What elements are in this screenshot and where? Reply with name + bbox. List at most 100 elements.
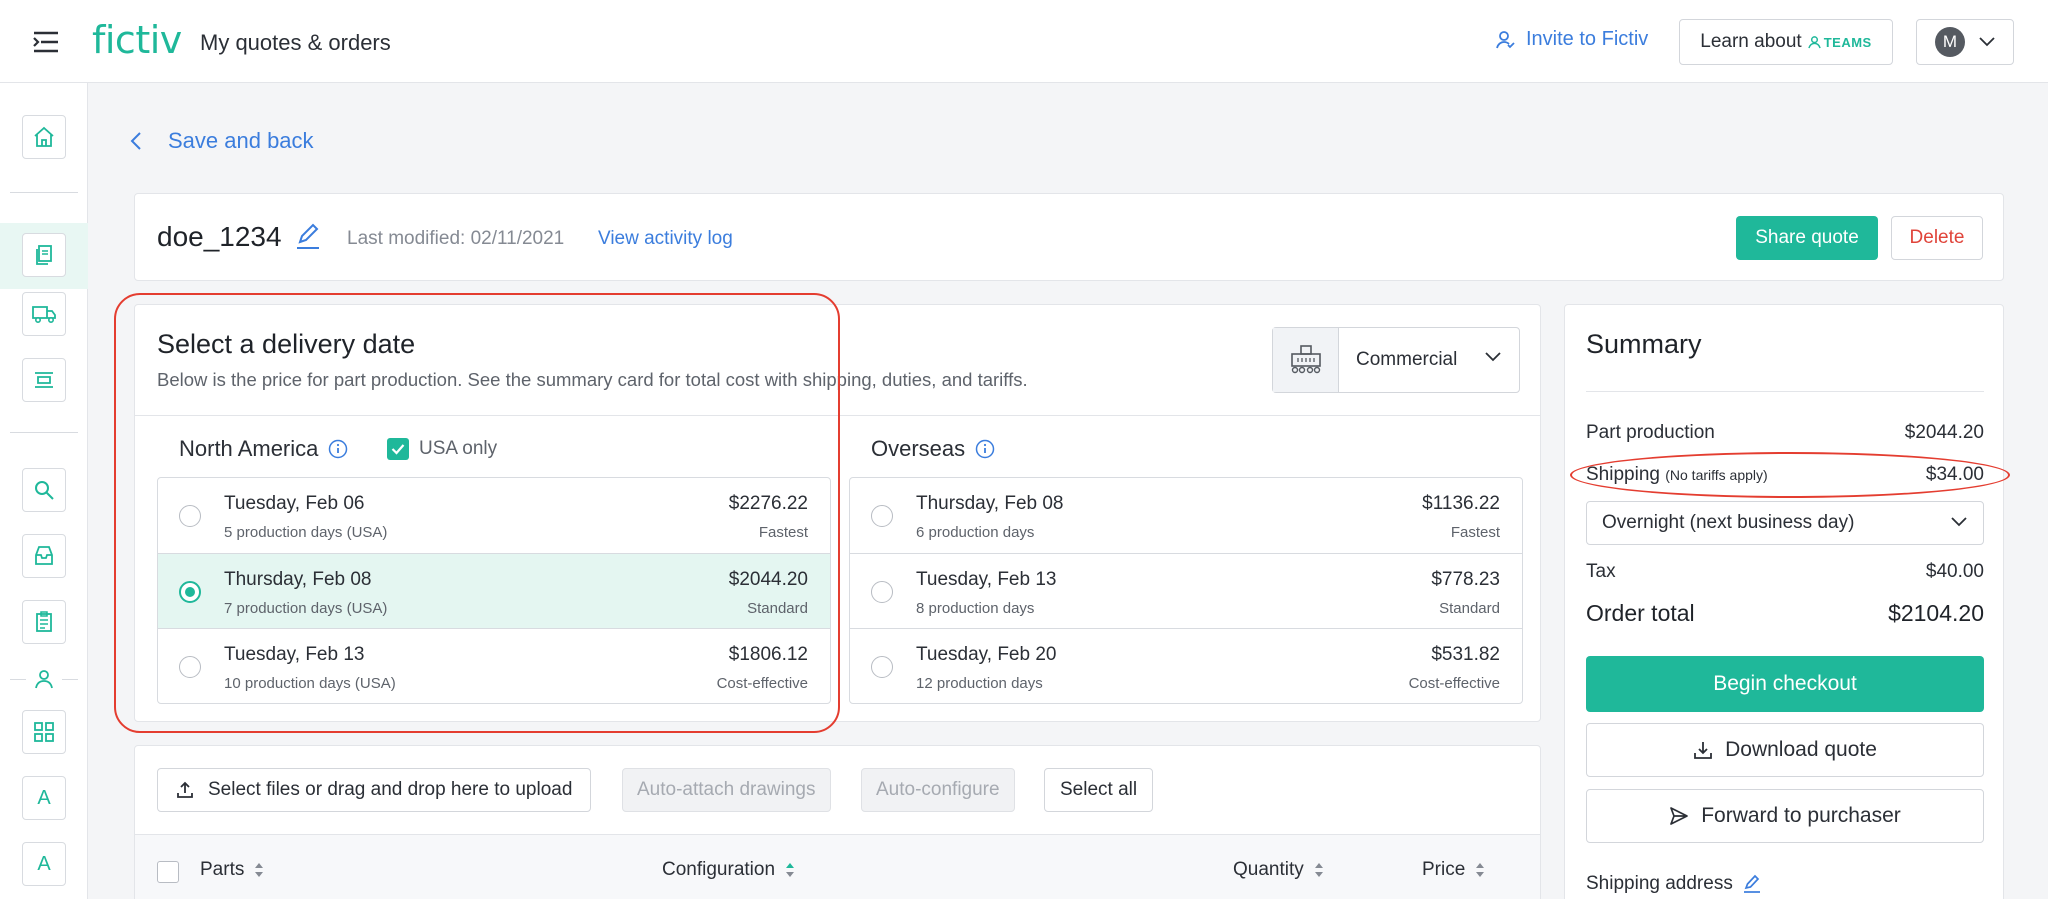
tray-icon[interactable] xyxy=(22,358,66,402)
sidebar-divider xyxy=(10,679,26,680)
edit-pencil-icon[interactable] xyxy=(295,222,321,255)
delete-button[interactable]: Delete xyxy=(1891,216,1983,260)
team-icon[interactable] xyxy=(33,668,55,695)
teams-icon xyxy=(1807,35,1821,48)
radio-button[interactable] xyxy=(871,581,893,603)
sidebar-divider xyxy=(62,679,78,680)
info-icon[interactable] xyxy=(328,439,348,459)
north-america-label: North America xyxy=(179,436,319,461)
north-america-options: Tuesday, Feb 06 5 production days (USA) … xyxy=(157,477,831,704)
column-label: Quantity xyxy=(1233,859,1304,880)
column-label: Price xyxy=(1422,859,1466,880)
delivery-option-os-2[interactable]: Tuesday, Feb 13 8 production days $778.2… xyxy=(850,553,1522,628)
clipboard-icon[interactable] xyxy=(22,600,66,644)
radio-button[interactable] xyxy=(179,656,201,678)
sidebar: A A xyxy=(0,83,88,899)
delivery-option-na-3[interactable]: Tuesday, Feb 13 10 production days (USA)… xyxy=(158,628,830,703)
shipping-row: Shipping (No tariffs apply) $34.00 xyxy=(1586,464,1984,486)
letter-a-icon[interactable]: A xyxy=(22,776,66,820)
column-label: Configuration xyxy=(662,859,776,880)
chevron-down-icon xyxy=(1951,517,1967,527)
save-and-back-link[interactable]: Save and back xyxy=(130,128,314,154)
share-quote-button[interactable]: Share quote xyxy=(1736,216,1878,260)
option-days: 5 production days (USA) xyxy=(224,524,388,541)
column-configuration[interactable]: Configuration xyxy=(662,859,795,881)
option-price: $1806.12 xyxy=(728,644,808,665)
download-label: Download quote xyxy=(1725,738,1877,761)
check-icon xyxy=(387,438,409,460)
auto-attach-drawings-button[interactable]: Auto-attach drawings xyxy=(622,768,831,812)
send-icon xyxy=(1670,807,1689,825)
upload-files-button[interactable]: Select files or drag and drop here to up… xyxy=(157,768,592,812)
delivery-option-na-2[interactable]: Thursday, Feb 08 7 production days (USA)… xyxy=(158,553,830,628)
option-days: 12 production days xyxy=(916,675,1043,692)
card-divider xyxy=(135,415,1540,416)
option-tag: Standard xyxy=(1439,600,1500,617)
shipping-label-group: Shipping (No tariffs apply) xyxy=(1586,464,1768,486)
sidebar-divider xyxy=(10,432,78,433)
info-icon[interactable] xyxy=(975,439,995,459)
column-price[interactable]: Price xyxy=(1422,859,1485,881)
part-production-value: $2044.20 xyxy=(1904,422,1984,443)
usa-only-checkbox[interactable]: USA only xyxy=(387,438,497,460)
view-activity-log-link[interactable]: View activity log xyxy=(598,228,733,250)
top-bar: fictiv My quotes & orders Invite to Fict… xyxy=(0,0,2048,83)
north-america-title: North America xyxy=(179,436,348,462)
download-quote-button[interactable]: Download quote xyxy=(1586,723,1984,777)
order-total-value: $2104.20 xyxy=(1888,600,1984,626)
upload-icon xyxy=(177,781,193,798)
menu-icon[interactable] xyxy=(32,30,60,54)
option-date: Thursday, Feb 08 xyxy=(224,569,372,590)
delivery-title: Select a delivery date xyxy=(157,329,416,359)
radio-button[interactable] xyxy=(871,656,893,678)
teams-label: TEAMS xyxy=(1823,34,1872,50)
inbox-icon[interactable] xyxy=(22,534,66,578)
option-date: Tuesday, Feb 20 xyxy=(916,644,1057,665)
summary-title: Summary xyxy=(1586,329,1702,359)
learn-about-teams-button[interactable]: Learn about TEAMS xyxy=(1679,19,1893,65)
letter-a-icon[interactable]: A xyxy=(22,842,66,886)
factory-icon xyxy=(1273,328,1339,392)
summary-card: Summary Part production $2044.20 Shippin… xyxy=(1564,304,2004,899)
chevron-left-icon xyxy=(130,132,141,150)
overseas-options: Thursday, Feb 08 6 production days $1136… xyxy=(849,477,1523,704)
select-all-checkbox[interactable] xyxy=(157,861,179,883)
order-total-row: Order total $2104.20 xyxy=(1586,600,1984,627)
option-days: 10 production days (USA) xyxy=(224,675,396,692)
shipping-type-select[interactable]: Commercial xyxy=(1272,327,1520,393)
column-parts[interactable]: Parts xyxy=(200,859,264,881)
option-date: Tuesday, Feb 13 xyxy=(916,569,1057,590)
auto-configure-button[interactable]: Auto-configure xyxy=(861,768,1015,812)
radio-button-selected[interactable] xyxy=(179,581,201,603)
option-tag: Cost-effective xyxy=(716,675,808,692)
radio-button[interactable] xyxy=(179,505,201,527)
shipping-method-select[interactable]: Overnight (next business day) xyxy=(1586,501,1984,545)
radio-button[interactable] xyxy=(871,505,893,527)
option-tag: Cost-effective xyxy=(1408,675,1500,692)
shipping-label: Shipping xyxy=(1586,464,1660,485)
quotes-icon[interactable] xyxy=(22,233,66,277)
edit-pencil-icon[interactable] xyxy=(1743,874,1761,894)
column-quantity[interactable]: Quantity xyxy=(1233,859,1324,881)
user-menu[interactable]: M xyxy=(1916,19,2014,65)
shipping-value: $34.00 xyxy=(1925,464,1984,485)
delivery-option-os-1[interactable]: Thursday, Feb 08 6 production days $1136… xyxy=(850,478,1522,553)
search-icon[interactable] xyxy=(22,468,66,512)
order-total-label: Order total xyxy=(1586,600,1695,626)
select-all-button[interactable]: Select all xyxy=(1044,768,1154,812)
forward-to-purchaser-button[interactable]: Forward to purchaser xyxy=(1586,789,1984,843)
quote-header: doe_1234 Last modified: 02/11/2021 View … xyxy=(134,193,2004,281)
invite-link[interactable]: Invite to Fictiv xyxy=(1496,28,1648,51)
fictiv-logo[interactable]: fictiv xyxy=(92,18,182,62)
tax-row: Tax $40.00 xyxy=(1586,561,1984,583)
home-icon[interactable] xyxy=(22,115,66,159)
part-production-row: Part production $2044.20 xyxy=(1586,422,1984,444)
shipping-address-label: Shipping address xyxy=(1586,873,1733,894)
quote-name: doe_1234 xyxy=(157,221,282,252)
parts-table-header: Parts Configuration Quantity Price xyxy=(135,834,1540,899)
begin-checkout-button[interactable]: Begin checkout xyxy=(1586,656,1984,712)
delivery-option-os-3[interactable]: Tuesday, Feb 20 12 production days $531.… xyxy=(850,628,1522,703)
truck-icon[interactable] xyxy=(22,292,66,336)
delivery-option-na-1[interactable]: Tuesday, Feb 06 5 production days (USA) … xyxy=(158,478,830,553)
grid-icon[interactable] xyxy=(22,710,66,754)
